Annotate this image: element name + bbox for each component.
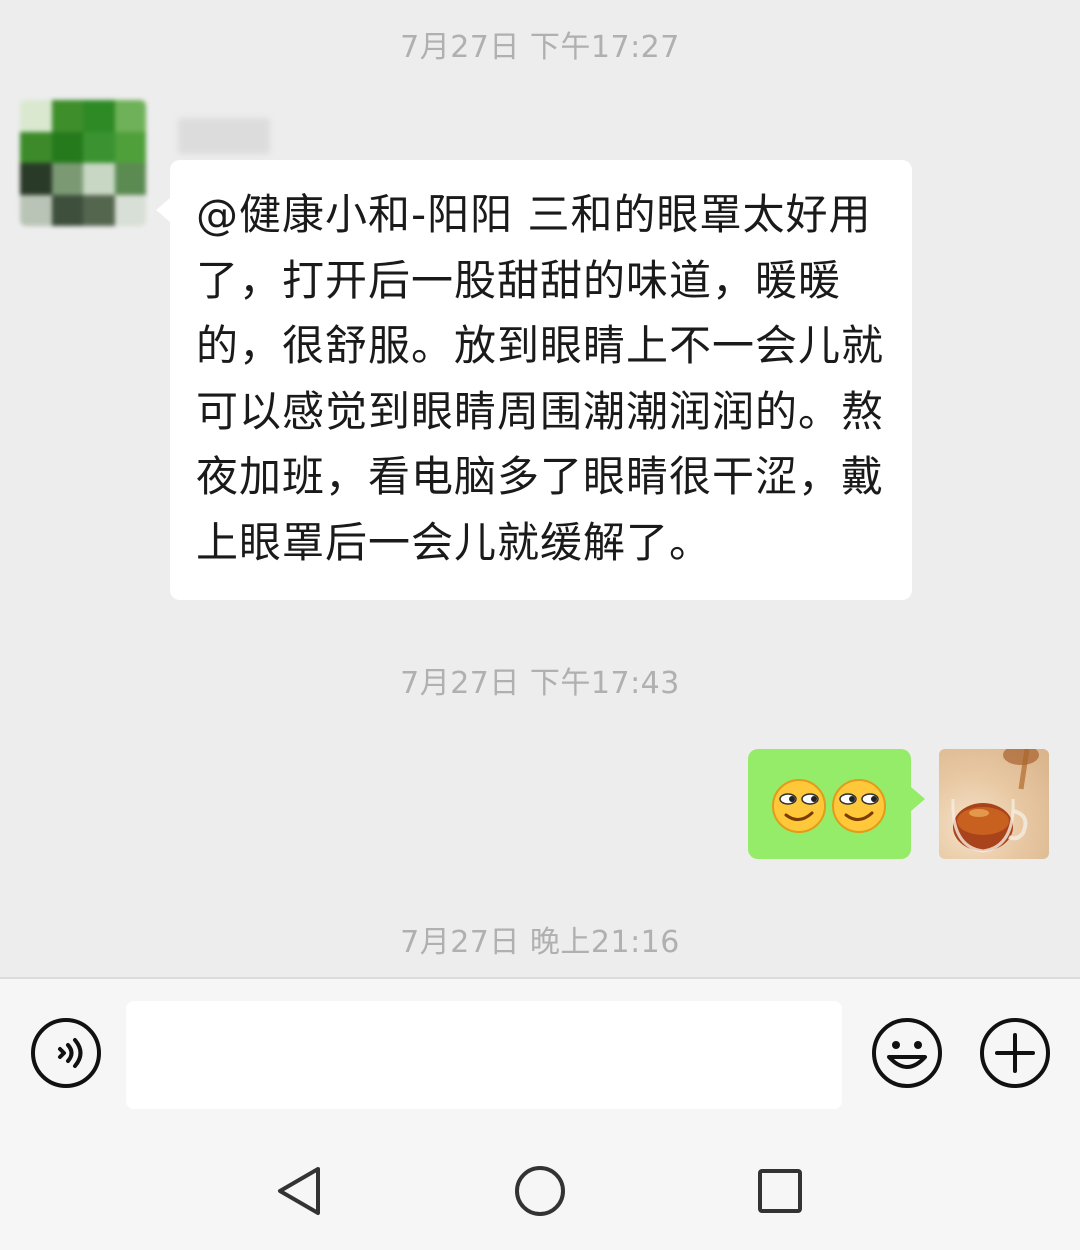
plus-icon <box>980 1018 1050 1088</box>
timestamp: 7月27日 晚上21:16 <box>400 925 680 960</box>
input-bar <box>0 979 1080 1119</box>
smirk-emoji-icon <box>832 779 886 833</box>
outgoing-message-bubble[interactable] <box>748 749 925 859</box>
incoming-message-text: @健康小和-阳阳 三和的眼罩太好用了，打开后一股甜甜的味道，暖暖的，很舒服。放到… <box>196 190 885 567</box>
emoji-icon <box>872 1018 942 1088</box>
own-avatar[interactable] <box>939 749 1049 859</box>
chat-screen: 7月27日 下午17:27 @健康小和-阳阳 三和的眼罩太好用了，打开后一股甜甜… <box>0 0 1080 1250</box>
timestamp: 7月27日 下午17:27 <box>400 30 680 65</box>
smirk-emoji-icon <box>772 779 826 833</box>
recents-square-icon <box>758 1169 802 1213</box>
message-input[interactable] <box>126 1001 842 1109</box>
timestamp: 7月27日 下午17:43 <box>400 666 680 701</box>
recents-button[interactable] <box>750 1161 810 1221</box>
tea-cup-image <box>951 749 1039 853</box>
voice-icon <box>31 1018 101 1088</box>
back-button[interactable] <box>270 1161 330 1221</box>
add-button[interactable] <box>979 1017 1051 1089</box>
home-circle-icon <box>515 1166 565 1216</box>
sender-avatar[interactable] <box>20 100 146 226</box>
home-button[interactable] <box>510 1161 570 1221</box>
voice-button[interactable] <box>30 1017 102 1089</box>
back-triangle-icon <box>278 1167 320 1215</box>
incoming-message-bubble[interactable]: @健康小和-阳阳 三和的眼罩太好用了，打开后一股甜甜的味道，暖暖的，很舒服。放到… <box>156 160 912 600</box>
emoji-button[interactable] <box>871 1017 943 1089</box>
sender-name-blurred <box>178 118 270 154</box>
system-nav-bar <box>0 1119 1080 1250</box>
